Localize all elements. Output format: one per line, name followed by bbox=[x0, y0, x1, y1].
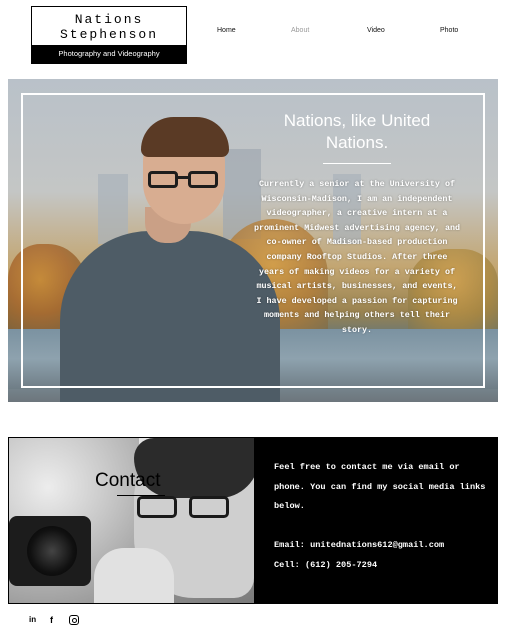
facebook-icon[interactable]: f bbox=[50, 614, 62, 626]
contact-title: Contact bbox=[95, 470, 161, 491]
nav-home-link[interactable]: Home bbox=[217, 27, 236, 34]
linkedin-icon[interactable]: in bbox=[29, 614, 41, 626]
hero-title-divider bbox=[323, 163, 391, 164]
contact-email[interactable]: Email: unitednations612@gmail.com bbox=[274, 536, 444, 556]
nav-video-link[interactable]: Video bbox=[367, 27, 385, 34]
hero-title-line2: Nations. bbox=[325, 133, 389, 152]
nav-photo-link[interactable]: Photo bbox=[440, 27, 458, 34]
contact-photo: Contact bbox=[9, 438, 254, 603]
contact-intro: Feel free to contact me via email or pho… bbox=[274, 462, 486, 512]
contact-title-divider bbox=[117, 495, 165, 496]
hero-bio: Currently a senior at the University of … bbox=[253, 179, 461, 335]
main-nav: Home About Video Photo bbox=[0, 27, 509, 39]
hero-title: Nations, like United Nations. bbox=[253, 110, 461, 154]
hero-title-line1: Nations, like United bbox=[283, 111, 431, 130]
contact-photo-glasses bbox=[137, 496, 237, 518]
contact-phone[interactable]: Cell: (612) 205-7294 bbox=[274, 556, 377, 576]
logo-tagline: Photography and Videography bbox=[32, 45, 186, 63]
contact-info-panel: Feel free to contact me via email or pho… bbox=[254, 438, 498, 603]
camera-lens bbox=[27, 526, 77, 576]
instagram-icon[interactable] bbox=[69, 615, 79, 625]
nav-about-link[interactable]: About bbox=[291, 27, 309, 34]
logo-name-line1: Nations bbox=[74, 12, 144, 27]
contact-section: Contact Feel free to contact me via emai… bbox=[8, 437, 498, 604]
contact-photo-hand bbox=[94, 548, 174, 603]
